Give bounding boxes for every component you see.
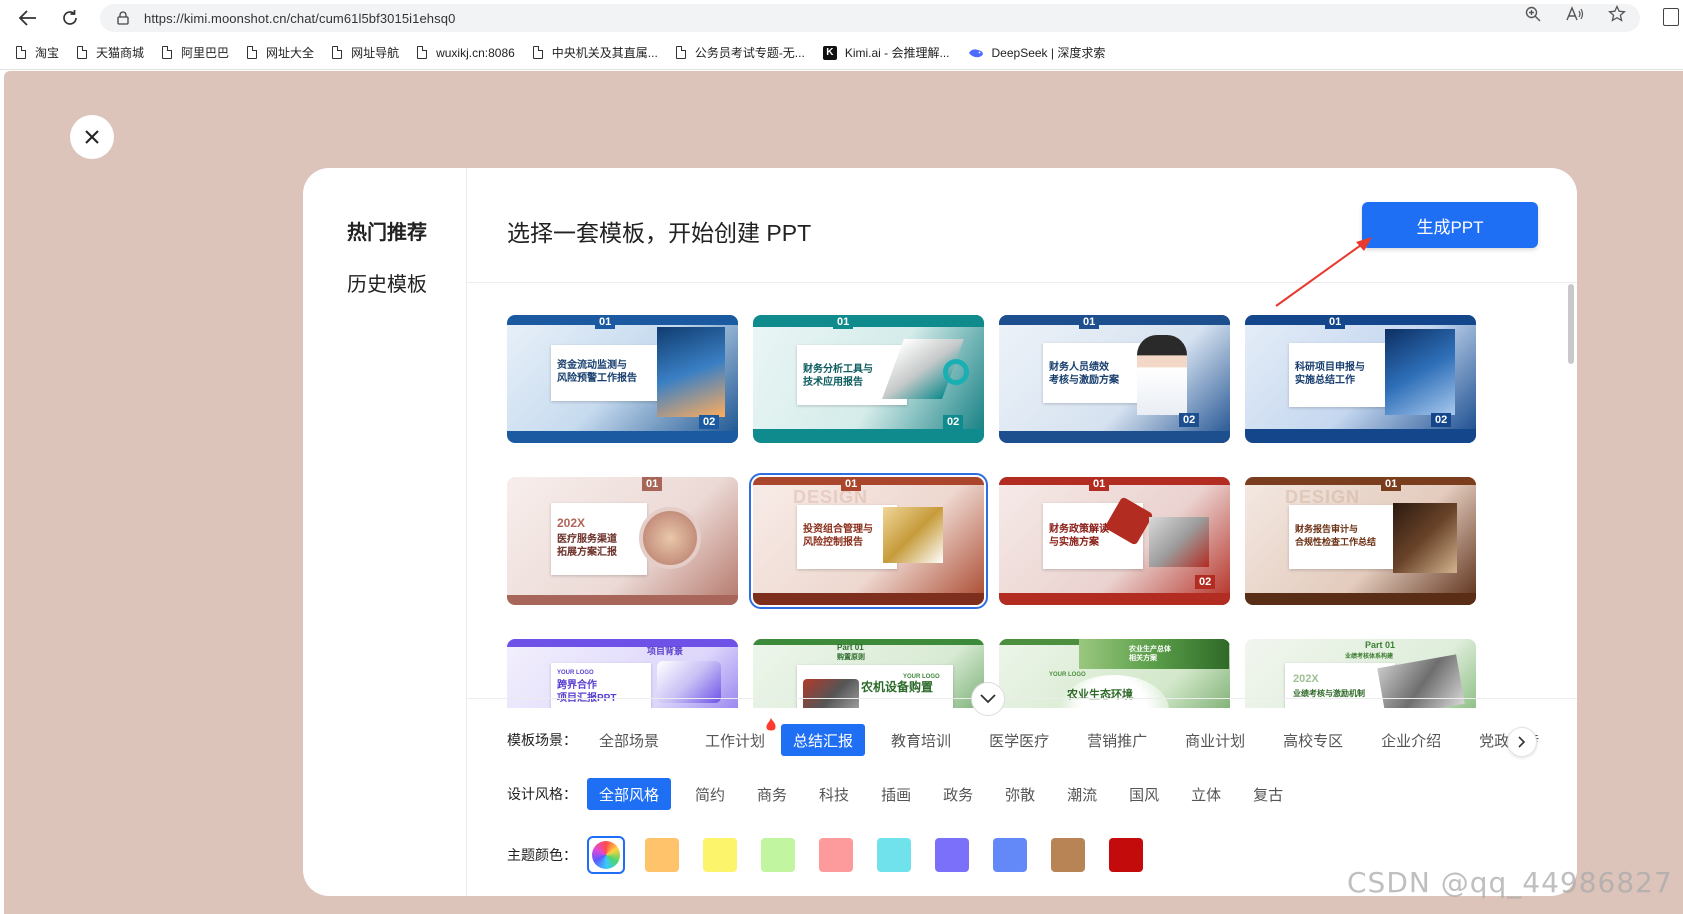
close-icon [85,130,99,144]
collapse-button[interactable] [971,682,1005,716]
color-swatch[interactable] [1109,838,1143,872]
annotation-arrow-icon [1275,237,1372,307]
style-chip-tech[interactable]: 科技 [807,778,861,810]
color-swatch[interactable] [645,838,679,872]
watermark: CSDN @qq_44986827 [1347,866,1673,899]
nav-item-hot[interactable]: 热门推荐 [347,216,427,245]
bookmarks-bar: 淘宝 天猫商城 阿里巴巴 网址大全 网址导航 wuxikj.cn:8086 中央… [0,36,1683,70]
template-card[interactable]: 01 财务人员绩效 考核与激励方案 02 [999,315,1230,443]
chevron-down-icon [980,694,996,704]
divider [467,698,1577,699]
refresh-icon[interactable] [58,6,82,30]
scene-chip-university[interactable]: 高校专区 [1271,724,1355,756]
template-card-selected[interactable]: DESIGN 01 投资组合管理与 风险控制报告 [749,473,988,609]
scene-next-button[interactable] [1507,727,1537,757]
scene-chip-company[interactable]: 企业介绍 [1369,724,1453,756]
color-swatch[interactable] [761,838,795,872]
address-bar[interactable]: https://kimi.moonshot.cn/chat/cum61l5bf3… [100,4,1640,32]
generate-ppt-button[interactable]: 生成PPT [1362,202,1538,248]
grid-scrollbar[interactable] [1568,284,1574,364]
nav-item-history[interactable]: 历史模板 [347,268,427,297]
url-text: https://kimi.moonshot.cn/chat/cum61l5bf3… [144,10,456,26]
zoom-icon[interactable] [1523,4,1543,24]
style-chip-illustration[interactable]: 插画 [869,778,923,810]
template-dialog: 热门推荐 历史模板 选择一套模板，开始创建 PPT 生成PPT 01 资金流动监… [303,168,1577,896]
color-swatch[interactable] [819,838,853,872]
style-chip-chinese[interactable]: 国风 [1117,778,1171,810]
page-icon [247,46,258,59]
page-icon [675,46,686,59]
kimi-logo-icon: K [822,45,837,60]
lock-icon [117,11,129,25]
scene-chip-all[interactable]: 全部场景 [587,724,671,756]
split-screen-icon[interactable] [1663,8,1679,26]
deepseek-whale-icon [968,48,983,57]
bookmark-item[interactable]: 天猫商城 [77,44,144,61]
scene-filter-label: 模板场景： [507,732,577,748]
template-card[interactable]: 01 科研项目申报与 实施总结工作 02 [1245,315,1476,443]
browser-toolbar: https://kimi.moonshot.cn/chat/cum61l5bf3… [0,0,1683,36]
style-chip-trend[interactable]: 潮流 [1055,778,1109,810]
template-card[interactable]: 01 财务分析工具与 技术应用报告 02 [753,315,984,443]
bookmark-item[interactable]: wuxikj.cn:8086 [417,46,515,60]
scene-filter-row: 模板场景： 全部场景 工作计划 总结汇报 教育培训 医学医疗 营销推广 商业计划… [507,718,1565,756]
page-icon [417,46,428,59]
page-icon [332,46,343,59]
template-category-nav: 热门推荐 历史模板 [303,168,467,896]
style-chip-retro[interactable]: 复古 [1241,778,1295,810]
color-swatch[interactable] [993,838,1027,872]
scene-chip-medical[interactable]: 医学医疗 [977,724,1061,756]
scene-chip-business-plan[interactable]: 商业计划 [1173,724,1257,756]
style-filter-label: 设计风格： [507,786,577,802]
favorite-star-icon[interactable] [1607,4,1627,24]
bookmark-item[interactable]: 网址导航 [332,44,399,61]
back-arrow-icon[interactable] [16,6,40,30]
scene-chip-education[interactable]: 教育培训 [879,724,963,756]
template-grid: 01 资金流动监测与 风险预警工作报告 02 01 财务分析工具与 技术应用报告… [467,283,1577,708]
bookmark-item[interactable]: 公务员考试专题-无... [675,44,805,61]
style-chip-3d[interactable]: 立体 [1179,778,1233,810]
style-filter-row: 设计风格： 全部风格 简约 商务 科技 插画 政务 弥散 潮流 国风 立体 复古 [507,778,1303,810]
bookmark-item[interactable]: 中央机关及其直属... [532,44,658,61]
bookmark-item[interactable]: 网址大全 [247,44,314,61]
hot-flame-icon [766,718,776,731]
scene-chip-marketing[interactable]: 营销推广 [1075,724,1159,756]
scene-chip-work-plan[interactable]: 工作计划 [693,718,777,756]
color-swatch[interactable] [1051,838,1085,872]
bookmark-item[interactable]: 淘宝 [16,44,59,61]
chevron-right-icon [1518,736,1526,748]
close-button[interactable] [70,115,114,159]
bookmark-item[interactable]: K Kimi.ai - 会推理解... [822,44,950,61]
page-icon [162,46,173,59]
template-card[interactable]: 01 财务政策解读 与实施方案 02 [999,477,1230,605]
page-icon [16,46,26,59]
color-swatch[interactable] [935,838,969,872]
rainbow-icon [592,841,620,869]
style-chip-government[interactable]: 政务 [931,778,985,810]
page-icon [532,46,543,59]
template-card[interactable]: 01 资金流动监测与 风险预警工作报告 02 [507,315,738,443]
color-swatch[interactable] [877,838,911,872]
style-chip-simple[interactable]: 简约 [683,778,737,810]
template-card[interactable]: 01 202X 医疗服务渠道 拓展方案汇报 [507,477,738,605]
color-swatch-all[interactable] [587,836,625,874]
style-chip-diffuse[interactable]: 弥散 [993,778,1047,810]
bookmark-item[interactable]: 阿里巴巴 [162,44,229,61]
style-chip-business[interactable]: 商务 [745,778,799,810]
read-aloud-icon[interactable] [1565,4,1585,24]
color-filter-label: 主题颜色： [507,847,577,863]
style-chip-all[interactable]: 全部风格 [587,778,672,810]
color-filter-row: 主题颜色： [507,836,1167,874]
page-icon [77,46,88,59]
color-swatch[interactable] [703,838,737,872]
scene-chip-summary[interactable]: 总结汇报 [781,724,866,756]
dialog-title: 选择一套模板，开始创建 PPT [507,220,812,246]
bookmark-item[interactable]: DeepSeek | 深度求索 [968,44,1105,61]
template-card[interactable]: DESIGN 01 财务报告审计与 合规性检查工作总结 [1245,477,1476,605]
